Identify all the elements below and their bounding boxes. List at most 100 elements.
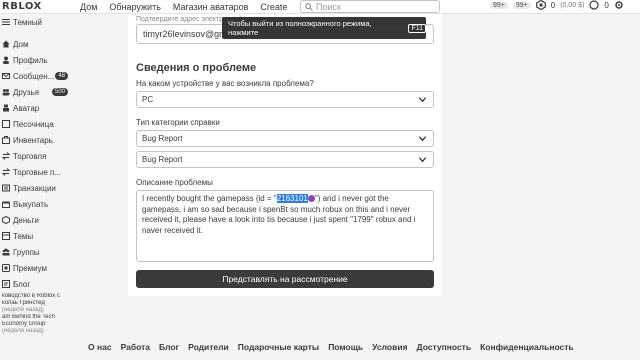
notification-count: 0 — [604, 0, 609, 10]
sidebar-item-transactions[interactable]: Транзакции — [0, 180, 78, 196]
sidebar-item-messages[interactable]: Сообщен... 48 — [0, 68, 78, 84]
device-select-value: PC — [142, 95, 154, 104]
toast-key: F11 — [408, 23, 426, 33]
category-select[interactable]: Bug Report — [136, 130, 434, 147]
section-title: Сведения о проблеме — [136, 62, 257, 74]
inventory-icon — [2, 136, 10, 144]
chevron-down-icon — [418, 97, 427, 103]
friends-badge[interactable]: 99+ — [490, 1, 508, 9]
sidebar-item-label: Темный — [13, 17, 43, 27]
sidebar-item-groups[interactable]: Группы — [0, 244, 78, 260]
sidebar-item-label: Блог — [13, 279, 31, 289]
home-icon — [2, 40, 10, 48]
money-icon — [2, 215, 10, 225]
messages-badge[interactable]: 99+ — [512, 1, 531, 9]
blog-post-date: (неделя назад) — [2, 328, 44, 334]
sidebar-item-label: Сообщен... — [13, 71, 55, 81]
sidebar-item-label: Песочница — [13, 119, 54, 129]
sidebar-item-themes[interactable]: Темы — [0, 228, 78, 244]
trade-icon — [1, 152, 11, 160]
sidebar-item-money[interactable]: Деньги — [0, 212, 78, 228]
fullscreen-toast: Чтобы выйти из полноэкранного режима, на… — [222, 17, 426, 39]
description-textarea[interactable]: I recently bought the gamepass (id = "21… — [136, 190, 434, 262]
selected-id-text: 2163101 — [276, 194, 308, 203]
gear-icon[interactable] — [614, 0, 624, 10]
sidebar-item-profile[interactable]: Профиль — [0, 52, 78, 68]
sidebar-item-label: Премиум — [13, 263, 48, 273]
submit-button[interactable]: Представлять на рассмотрение — [136, 270, 434, 288]
footer-link-jobs[interactable]: Работа — [121, 342, 150, 352]
sidebar-item-trade[interactable]: Торговля — [0, 148, 78, 164]
robux-value: (0,00 $) — [560, 1, 585, 9]
redeem-icon — [2, 200, 10, 208]
footer-link-parents[interactable]: Родители — [188, 342, 229, 352]
left-sidebar: Темный Дом Профиль Сообщен... 48 Друзья 50… — [0, 14, 78, 360]
sidebar-item-premium[interactable]: Премиум — [0, 260, 78, 276]
sidebar-item-inventory[interactable]: Инвентарь — [0, 132, 78, 148]
blog-post-title: ководство в Roblox с — [2, 293, 60, 299]
search-icon — [305, 2, 313, 11]
groups-icon — [2, 248, 10, 256]
nav-discover[interactable]: Обнаружить — [109, 2, 161, 12]
transactions-icon — [2, 184, 10, 192]
footer-link-about[interactable]: О нас — [88, 342, 112, 352]
footer-link-privacy[interactable]: Конфиденциальность — [480, 342, 574, 352]
profile-icon — [2, 56, 10, 64]
sidebar-item-friends[interactable]: Друзья 500 — [0, 84, 78, 100]
blog-post-1[interactable]: ководство в Roblox с колаь Гринстед (нед… — [0, 293, 78, 314]
nav-create[interactable]: Create — [260, 2, 287, 12]
toast-text: Чтобы выйти из полноэкранного режима, на… — [228, 19, 372, 37]
roblox-logo[interactable]: RBLOX — [2, 1, 42, 12]
chevron-down-icon — [418, 157, 427, 163]
nav-avatar-shop[interactable]: Магазин аватаров — [173, 2, 249, 12]
footer-link-help[interactable]: Помощь — [328, 342, 363, 352]
blog-post-author: Economy Group — [2, 321, 46, 327]
cursor-icon — [307, 195, 315, 203]
category-label: Тип категории справки — [136, 118, 220, 127]
description-text-before: I recently bought the gamepass (id = " — [142, 194, 277, 203]
footer-link-accessibility[interactable]: Доступность — [417, 342, 472, 352]
trades-icon — [1, 168, 11, 176]
sidebar-item-blog[interactable]: Блог — [0, 276, 78, 292]
sidebar-item-home[interactable]: Дом — [0, 36, 78, 52]
category-select-value: Bug Report — [142, 134, 183, 143]
friends-icon — [2, 88, 10, 96]
chevron-down-icon — [418, 136, 427, 142]
sidebar-item-label: Группы — [13, 247, 40, 257]
description-label: Описание проблемы — [136, 178, 213, 187]
sidebar-item-redeem[interactable]: Выкупать — [0, 196, 78, 212]
search-placeholder: Поиск — [316, 1, 341, 12]
device-select[interactable]: PC — [136, 91, 434, 108]
top-right-icons: 99+ 99+ 0 (0,00 $) 0 — [490, 0, 624, 10]
footer-links: О нас Работа Блог Родители Подарочные ка… — [88, 342, 574, 352]
sidebar-item-label: Профиль — [13, 55, 48, 65]
robux-icon[interactable] — [535, 0, 546, 10]
nav-home[interactable]: Дом — [80, 2, 97, 12]
messages-count-badge: 48 — [55, 72, 68, 80]
subcategory-select-value: Bug Report — [142, 155, 183, 164]
sidebar-item-label: Транзакции — [13, 183, 56, 193]
main-nav: Дом Обнаружить Магазин аватаров Create — [80, 2, 287, 12]
support-form-card: Подтвердите адрес электронной почты timy… — [128, 14, 442, 296]
sidebar-item-label: Аватар — [13, 103, 40, 113]
robux-count: 0 — [550, 0, 556, 10]
premium-icon — [2, 264, 10, 272]
messages-icon — [2, 72, 10, 80]
blog-icon — [2, 280, 10, 288]
footer-link-blog[interactable]: Блог — [159, 342, 179, 352]
search-input[interactable]: Поиск — [300, 0, 440, 13]
blog-post-author: колаь Гринстед — [2, 300, 45, 306]
notification-icon[interactable] — [589, 0, 599, 10]
sidebar-item-trades[interactable]: Торговые п... — [0, 164, 78, 180]
sidebar-theme-toggle[interactable]: Темный — [0, 14, 78, 30]
sidebar-item-sandbox[interactable]: Песочница — [0, 116, 78, 132]
avatar-icon — [2, 104, 10, 112]
blog-post-2[interactable]: am Behind the Tech Economy Group (неделя… — [0, 314, 78, 335]
subcategory-select[interactable]: Bug Report — [136, 151, 434, 168]
blog-post-date: (неделя назад) — [2, 307, 44, 313]
footer-link-gift-cards[interactable]: Подарочные карты — [238, 342, 319, 352]
footer-link-terms[interactable]: Условия — [372, 342, 407, 352]
sidebar-item-avatar[interactable]: Аватар — [0, 100, 78, 116]
themes-icon — [2, 232, 10, 240]
sidebar-item-label: Дом — [13, 39, 29, 49]
